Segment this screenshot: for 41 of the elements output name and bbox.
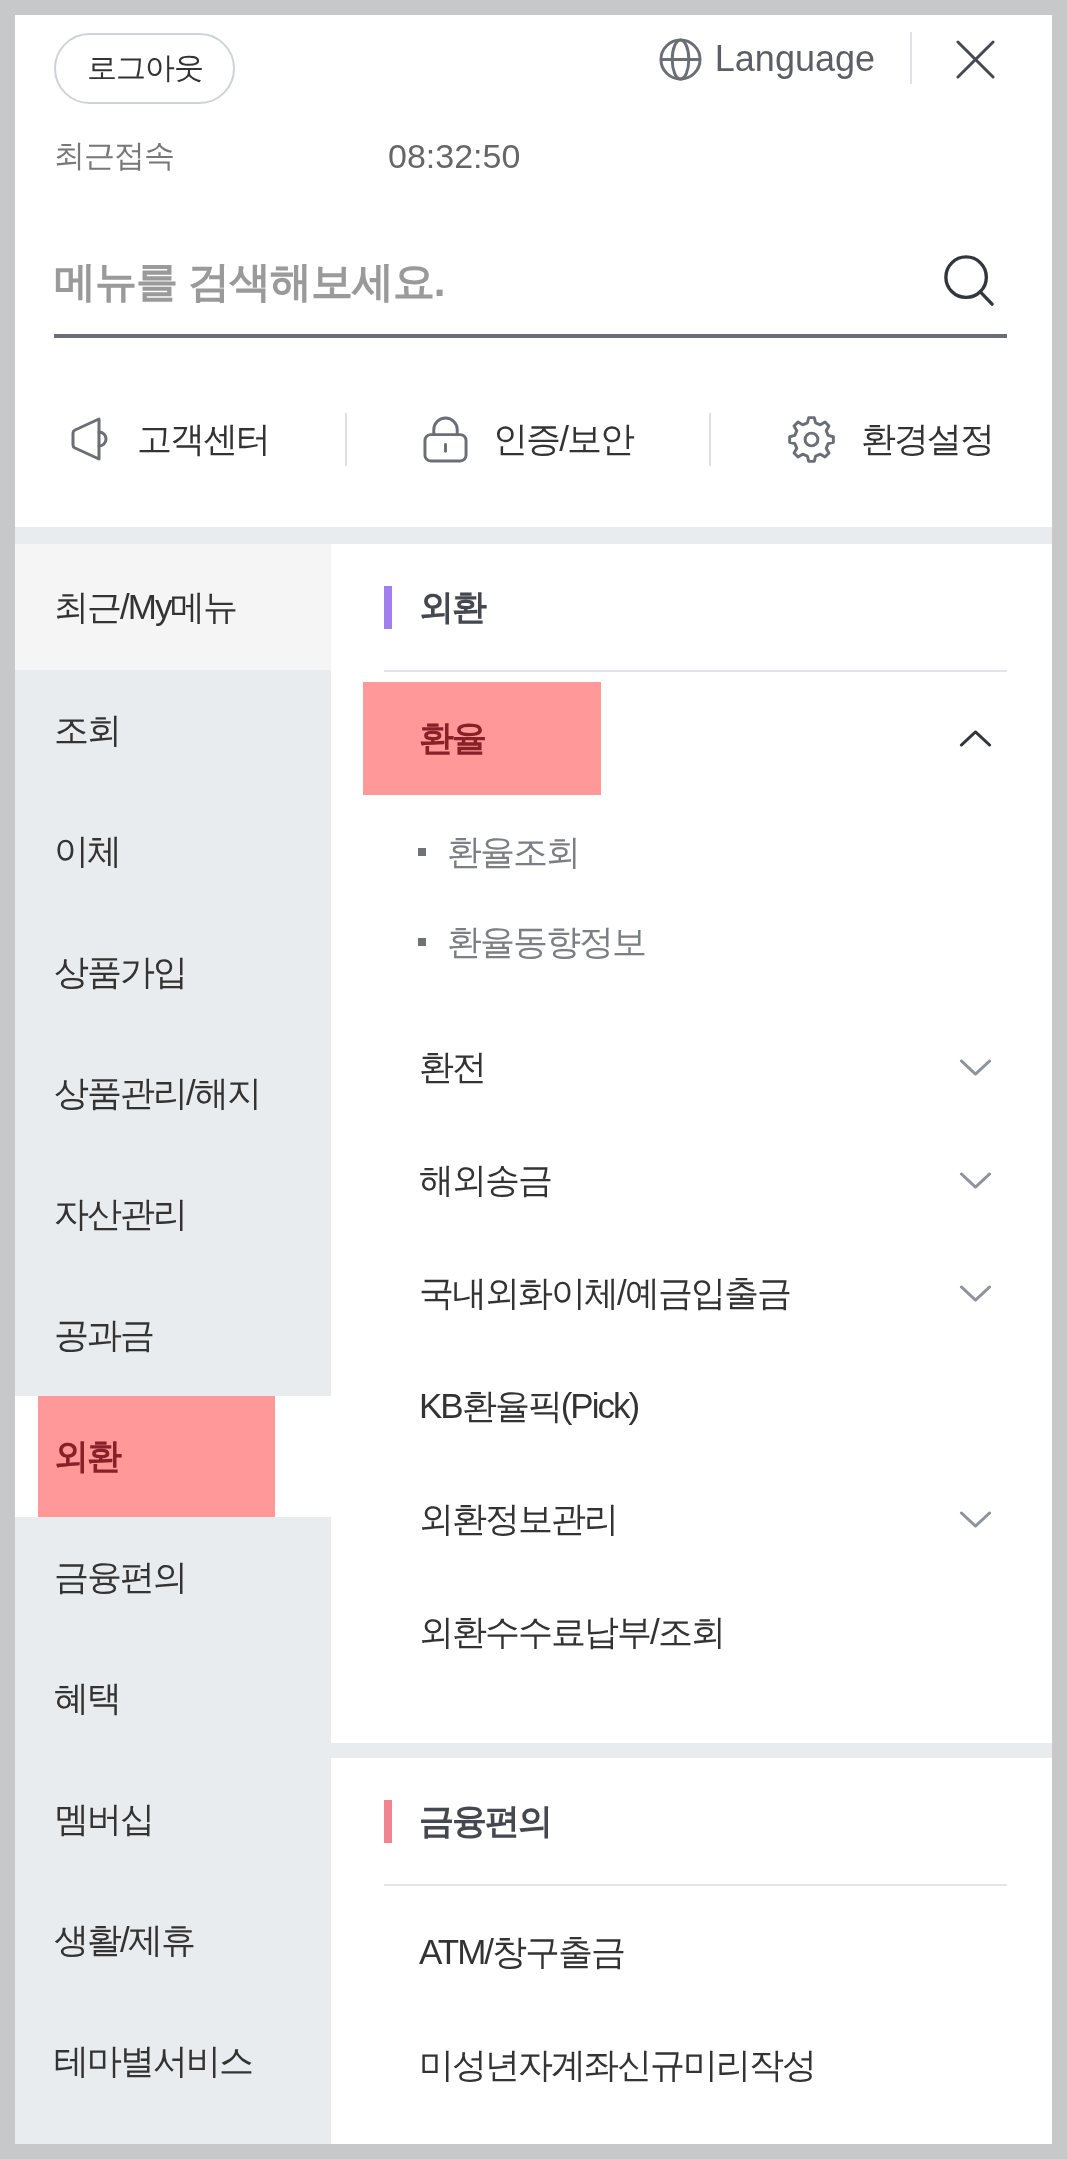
category-menu-item[interactable]: 조회 (15, 670, 331, 791)
menu-item[interactable]: 국내외화이체/예금입출금 (331, 1237, 1052, 1350)
category-menu-item[interactable]: 상품가입 (15, 912, 331, 1033)
lock-icon (423, 415, 469, 463)
menu-item[interactable]: 해외송금 (331, 1124, 1052, 1237)
category-menu-item[interactable]: 혜택 (15, 1638, 331, 1759)
category-menu-item[interactable]: 금융편의 (15, 1517, 331, 1638)
category-menu-item[interactable]: 자산관리 (15, 1154, 331, 1275)
gear-icon (787, 414, 836, 464)
shortcut-link[interactable]: 인증/보안 (423, 415, 633, 463)
section-title: 금융편의 (419, 1799, 551, 1842)
submenu-link[interactable]: 환율동향정보 (331, 897, 1052, 987)
menu-item[interactable]: 환율 (331, 682, 1052, 795)
globe-icon (658, 37, 702, 81)
last-login-time: 08:32:50 (388, 136, 521, 176)
menu-item[interactable]: 미성년자계좌신규미리작성 (331, 2009, 1052, 2122)
category-menu-item[interactable]: 최근/My메뉴 (15, 544, 331, 670)
category-menu-item[interactable]: 상품관리/해지 (15, 1033, 331, 1154)
category-menu-item[interactable]: 이체 (15, 791, 331, 912)
shortcut-link[interactable]: 고객센터 (70, 415, 269, 463)
category-menu-item[interactable]: 외환 (15, 1396, 331, 1517)
menu-item[interactable]: 환전 (331, 1011, 1052, 1124)
close-icon[interactable] (956, 40, 995, 79)
menu-item[interactable]: 외환정보관리 (331, 1463, 1052, 1576)
logout-button[interactable]: 로그아웃 (54, 33, 235, 104)
search-icon[interactable] (943, 254, 995, 308)
category-menu-item[interactable]: 멤버십 (15, 1759, 331, 1880)
last-login-label: 최근접속 (54, 137, 174, 175)
menu-item[interactable]: 외환수수료납부/조회 (331, 1576, 1052, 1689)
bullet-icon (418, 938, 426, 946)
section-title: 외환 (419, 585, 485, 628)
bullet-icon (418, 848, 426, 856)
category-menu-item[interactable]: 공과금 (15, 1275, 331, 1396)
shortcut-link[interactable]: 환경설정 (787, 414, 993, 464)
menu-item[interactable]: ATM/창구출금 (331, 1896, 1052, 2009)
menu-item[interactable]: KB환율픽(Pick) (331, 1350, 1052, 1463)
category-menu-item[interactable]: 테마별서비스 (15, 2001, 331, 2122)
category-menu-item[interactable]: 생활/제휴 (15, 1880, 331, 2001)
language-button[interactable]: Language (658, 37, 875, 81)
submenu-link[interactable]: 환율조회 (331, 807, 1052, 897)
search-field[interactable]: 메뉴를 검색해보세요. (54, 230, 1007, 338)
